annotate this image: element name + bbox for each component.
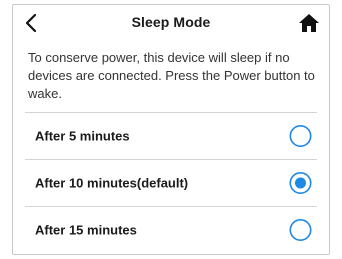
header-bar: Sleep Mode: [13, 5, 329, 41]
radio-button-after-15-minutes[interactable]: [289, 219, 312, 242]
radio-button-after-5-minutes[interactable]: [289, 125, 312, 148]
description-text: To conserve power, this device will slee…: [28, 50, 315, 101]
home-button[interactable]: [298, 12, 320, 34]
page-title: Sleep Mode: [131, 14, 211, 30]
option-after-5-minutes[interactable]: After 5 minutes: [13, 113, 329, 159]
option-after-10-minutes[interactable]: After 10 minutes(default): [13, 160, 329, 206]
option-label: After 10 minutes(default): [35, 175, 189, 191]
home-icon: [299, 14, 319, 32]
option-label: After 5 minutes: [35, 128, 130, 144]
option-label: After 15 minutes: [35, 222, 137, 238]
radio-button-after-10-minutes[interactable]: [289, 172, 312, 195]
option-after-15-minutes[interactable]: After 15 minutes: [13, 207, 329, 253]
sleep-mode-panel: Sleep Mode To conserve power, this devic…: [12, 4, 330, 255]
